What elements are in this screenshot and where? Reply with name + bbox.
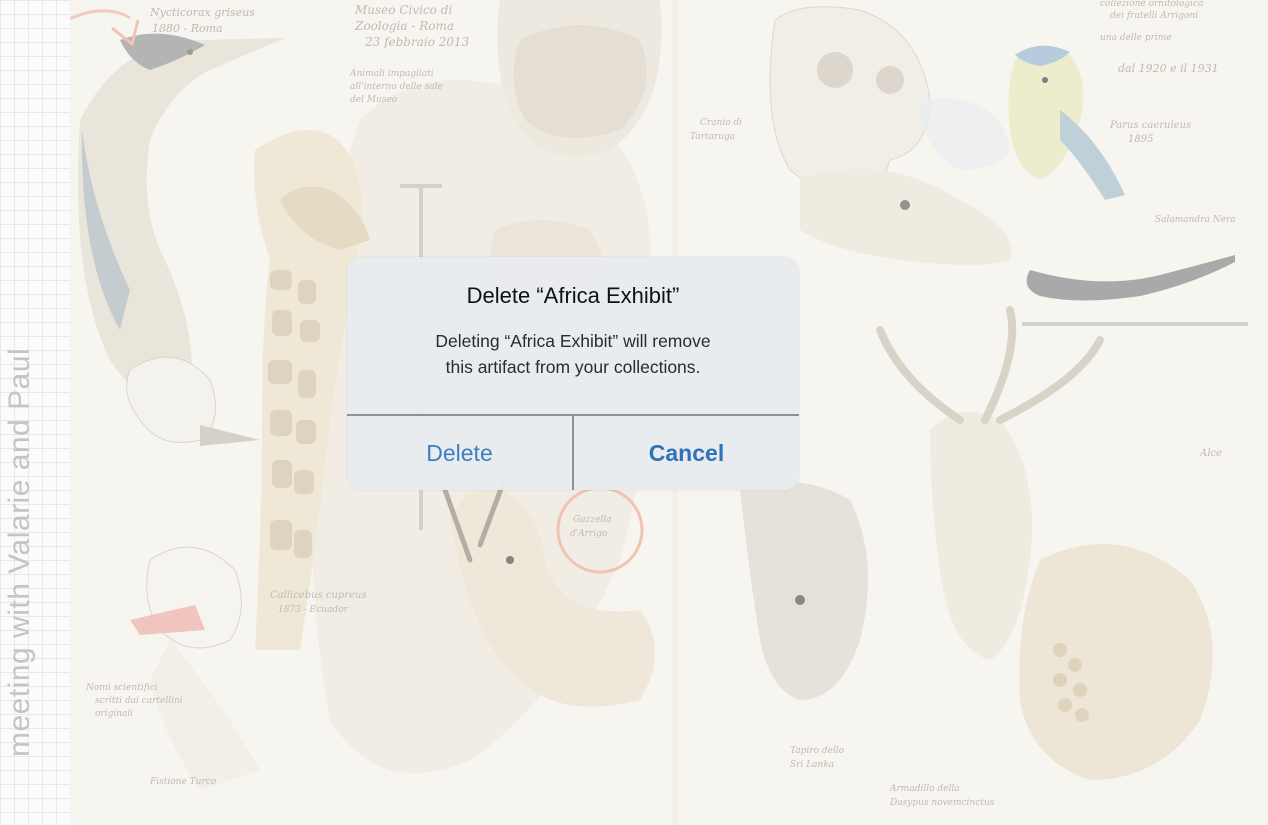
delete-button[interactable]: Delete [347, 416, 572, 490]
delete-confirmation-dialog: Delete “Africa Exhibit” Deleting “Africa… [347, 257, 799, 490]
dialog-title: Delete “Africa Exhibit” [466, 283, 680, 308]
dialog-message-line-1: Deleting “Africa Exhibit” will remove [435, 331, 711, 351]
sketchbook-background: Nycticorax griseus 1880 - Roma Museo Civ… [0, 0, 1268, 825]
dialog-message: Deleting “Africa Exhibit” will remove th… [377, 328, 769, 380]
cancel-button[interactable]: Cancel [574, 416, 799, 490]
dialog-message-line-2: this artifact from your collections. [445, 357, 701, 377]
notebook-margin: meeting with Valarie and Paul [0, 0, 70, 825]
note-title-vertical: meeting with Valarie and Paul [3, 347, 36, 757]
